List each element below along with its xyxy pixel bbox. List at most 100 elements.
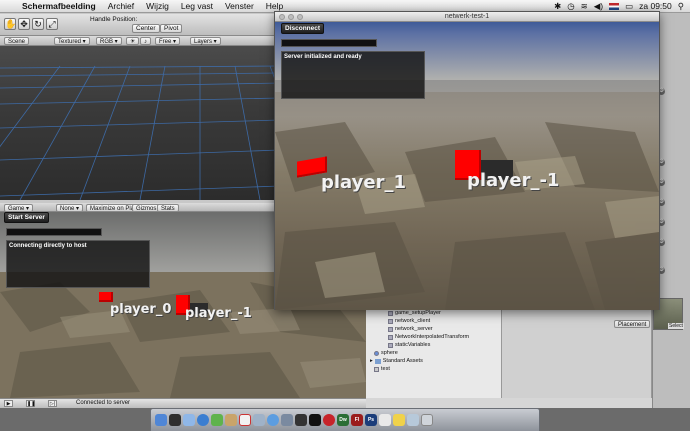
script-icon [388, 334, 393, 340]
menubar-clock[interactable]: za 09:50 [639, 1, 672, 11]
lighting-toggle-icon[interactable]: ☀ [126, 37, 140, 45]
bluetooth-icon[interactable]: ✱ [554, 1, 561, 12]
iphoto-icon[interactable] [281, 414, 293, 426]
battery-icon[interactable]: ▭ [625, 1, 633, 12]
project-item[interactable]: ▸ Standard Assets [370, 358, 423, 364]
unity-icon[interactable] [295, 414, 307, 426]
mail-icon[interactable] [183, 414, 195, 426]
wifi-icon[interactable]: ≋ [581, 1, 588, 12]
aspect-dropdown[interactable]: None ▾ [56, 204, 84, 212]
center-toggle[interactable]: Center [132, 24, 160, 33]
misc-icon-2[interactable] [393, 414, 405, 426]
close-icon[interactable] [279, 14, 285, 20]
select-button[interactable]: Select [668, 323, 684, 329]
scale-tool-icon[interactable]: ⤢ [46, 18, 58, 30]
start-server-label: Start Server [8, 214, 45, 221]
free-label: Free [159, 39, 172, 45]
placement-button[interactable]: Placement [614, 320, 651, 328]
start-server-button[interactable]: Start Server [4, 212, 49, 223]
trash-icon[interactable] [421, 414, 433, 426]
project-item[interactable]: sphere [374, 350, 398, 356]
photoshop-label: Ps [367, 417, 375, 423]
game-floor-texture [275, 92, 659, 310]
language-flag-icon[interactable] [609, 2, 620, 10]
server-ip-input[interactable] [6, 228, 102, 236]
render-mode-dropdown[interactable]: Textured ▾ [54, 37, 90, 45]
project-item-label: Standard Assets [382, 358, 423, 364]
flash-label: Fl [354, 417, 360, 423]
layers-dropdown[interactable]: Layers ▾ [190, 37, 221, 45]
pivot-toggle[interactable]: Pivot [160, 24, 183, 33]
finder-icon[interactable] [155, 414, 167, 426]
handle-position-label: Handle Position: [90, 16, 138, 23]
mac-dock: Dw Fl Ps [150, 408, 540, 431]
menu-app-name[interactable]: Schermafbeelding [16, 1, 102, 11]
inspector-panel: Placement [502, 300, 652, 398]
connection-input[interactable] [281, 39, 377, 47]
project-item[interactable]: game_setupPlayer [388, 310, 441, 316]
player-label: player_0 [110, 302, 172, 317]
spotlight-icon[interactable]: ⚲ [678, 1, 684, 12]
project-item-label: game_setupPlayer [395, 310, 441, 316]
hand-tool-icon[interactable]: ✋ [4, 18, 16, 30]
menu-archief[interactable]: Archief [102, 1, 140, 11]
disclosure-triangle-icon[interactable]: ▸ [370, 358, 373, 364]
render-mode-label: Textured [58, 39, 82, 45]
pause-button-icon[interactable]: ❚❚ [26, 400, 35, 407]
free-aspect-dropdown[interactable]: Free ▾ [155, 37, 181, 45]
game-tab[interactable]: Game ▾ [4, 204, 34, 212]
project-item[interactable]: network_server [388, 326, 433, 332]
project-item[interactable]: staticVariables [388, 342, 430, 348]
menu-venster[interactable]: Venster [219, 1, 260, 11]
dashboard-icon[interactable] [169, 414, 181, 426]
play-button-icon[interactable]: ▶ [4, 400, 13, 407]
misc-icon[interactable] [379, 414, 391, 426]
disconnect-button[interactable]: Disconnect [281, 23, 325, 34]
scene-tab[interactable]: Scene [4, 37, 30, 45]
project-item-label: test [381, 366, 390, 372]
audio-toggle-icon[interactable]: ♪ [140, 37, 151, 45]
script-icon [388, 318, 393, 324]
rotate-tool-icon[interactable]: ↻ [32, 18, 44, 30]
preview-icon[interactable] [253, 414, 265, 426]
project-item[interactable]: network_client [388, 318, 430, 324]
script-icon [388, 326, 393, 332]
menu-leg-vast[interactable]: Leg vast [175, 1, 219, 11]
color-mode-label: RGB [100, 39, 114, 45]
misc-icon-3[interactable] [407, 414, 419, 426]
player-label: player_-1 [185, 306, 252, 321]
minimize-icon[interactable] [288, 14, 294, 20]
step-button-icon[interactable]: ▷| [48, 400, 57, 407]
photoshop-icon[interactable]: Ps [365, 414, 377, 426]
flash-icon[interactable]: Fl [351, 414, 363, 426]
activity-icon[interactable] [323, 414, 335, 426]
editor-status-bar: ▶ ❚❚ ▷| Connected to server [0, 398, 366, 408]
project-item[interactable]: test [374, 366, 390, 372]
scene-tab-label: Scene [8, 39, 26, 45]
ical-icon[interactable] [239, 414, 251, 426]
itunes-icon[interactable] [267, 414, 279, 426]
safari-icon[interactable] [197, 414, 209, 426]
prefab-icon [374, 350, 379, 356]
placement-label: Placement [618, 322, 647, 328]
network-game-view[interactable]: Disconnect Server initialized and ready … [275, 22, 659, 310]
time-machine-icon[interactable]: ◷ [567, 1, 574, 12]
addressbook-icon[interactable] [225, 414, 237, 426]
client-status-text: Connecting directly to host [9, 243, 87, 249]
terminal-icon[interactable] [309, 414, 321, 426]
project-panel: game_setupPlayer network_client network_… [366, 300, 502, 398]
color-mode-dropdown[interactable]: RGB ▾ [96, 37, 122, 45]
zoom-icon[interactable] [297, 14, 303, 20]
scene-view[interactable] [0, 46, 280, 200]
ichat-icon[interactable] [211, 414, 223, 426]
menu-help[interactable]: Help [260, 1, 289, 11]
client-status-box: Connecting directly to host [6, 240, 150, 288]
stats-toggle[interactable]: Stats [157, 204, 179, 212]
dreamweaver-icon[interactable]: Dw [337, 414, 349, 426]
folder-icon [374, 358, 381, 364]
volume-icon[interactable]: ◀) [594, 1, 603, 12]
menu-wijzig[interactable]: Wijzig [140, 1, 175, 11]
project-item[interactable]: NetworkInterpolatedTransform [388, 334, 469, 340]
window-titlebar[interactable]: netwerk-test-1 [275, 12, 659, 22]
move-tool-icon[interactable]: ✥ [18, 18, 30, 30]
